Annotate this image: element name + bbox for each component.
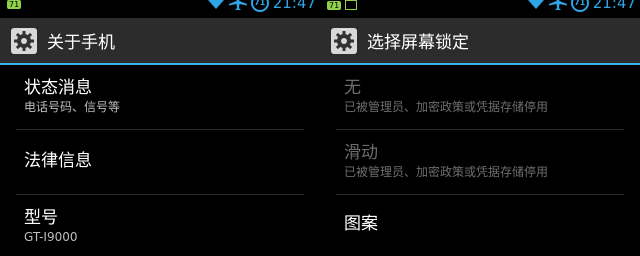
item-subtitle: 已被管理员、加密政策或凭据存储停用	[344, 165, 549, 179]
picture-icon	[345, 0, 358, 10]
clock: 21:47	[592, 0, 636, 12]
list-item-model[interactable]: 型号 GT-I9000	[0, 195, 320, 256]
settings-list: 状态消息 电话号码、信号等 法律信息 型号 GT-I9000	[0, 65, 320, 256]
item-subtitle: GT-I9000	[24, 230, 78, 244]
wifi-icon	[527, 0, 545, 10]
item-title: 型号	[24, 208, 58, 228]
page-title: 关于手机	[47, 33, 115, 53]
item-title: 法律信息	[24, 151, 92, 171]
item-title: 图案	[344, 214, 378, 234]
item-subtitle: 已被管理员、加密政策或凭据存储停用	[344, 100, 549, 114]
item-subtitle: 电话号码、信号等	[24, 100, 121, 114]
list-item-legal[interactable]: 法律信息	[0, 130, 320, 195]
settings-gear-icon	[331, 27, 357, 54]
lock-options-list: 无 已被管理员、加密政策或凭据存储停用 滑动 已被管理员、加密政策或凭据存储停用…	[320, 65, 640, 256]
status-bar: 71 71 21:47	[0, 0, 320, 18]
status-bar: 71 71 21:47	[320, 0, 640, 18]
notification-badge: 71	[327, 0, 342, 10]
title-bar: 选择屏幕锁定	[320, 18, 640, 65]
lock-option-swipe[interactable]: 滑动 已被管理员、加密政策或凭据存储停用	[320, 130, 640, 195]
item-title: 滑动	[344, 143, 378, 163]
item-title: 无	[344, 78, 361, 98]
battery-icon: 71	[570, 0, 589, 12]
item-title: 状态消息	[24, 78, 92, 98]
airplane-icon	[548, 0, 567, 11]
battery-icon: 71	[250, 0, 269, 12]
lock-option-none[interactable]: 无 已被管理员、加密政策或凭据存储停用	[320, 65, 640, 130]
about-phone-screen: 71 71 21:47 关于手机 状态消息 电话号码、信号等 法律信息 型号 G…	[0, 0, 320, 256]
list-item-status[interactable]: 状态消息 电话号码、信号等	[0, 65, 320, 130]
clock: 21:47	[272, 0, 316, 12]
lock-option-pattern[interactable]: 图案	[320, 195, 640, 256]
wifi-icon	[207, 0, 225, 10]
airplane-icon	[228, 0, 247, 11]
settings-gear-icon	[11, 27, 37, 54]
screen-lock-screen: 71 71 21:47 选择屏幕锁定 无 已被管理员、加密政策或凭据存储停用 滑…	[320, 0, 640, 256]
title-bar: 关于手机	[0, 18, 320, 65]
notification-badge: 71	[7, 0, 22, 9]
page-title: 选择屏幕锁定	[367, 33, 469, 53]
